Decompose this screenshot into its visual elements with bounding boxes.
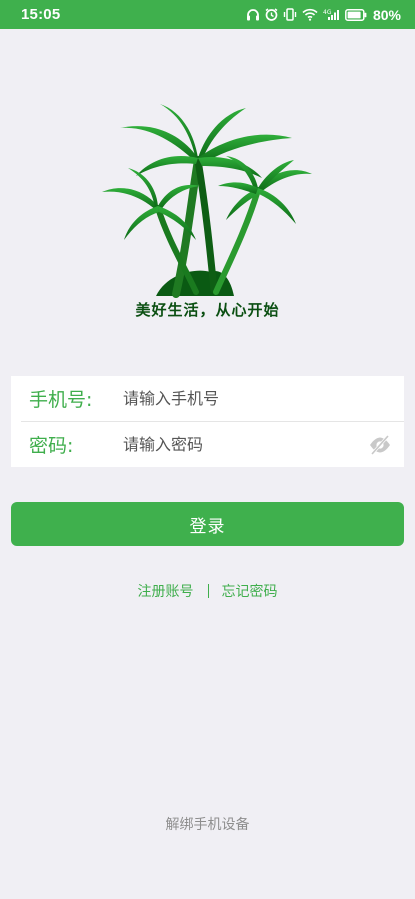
status-time: 15:05 bbox=[21, 6, 61, 23]
battery-percent: 80% bbox=[372, 6, 401, 23]
status-bar: 15:05 4G 80% bbox=[0, 0, 415, 29]
login-form: 手机号: 密码: bbox=[11, 376, 404, 467]
login-button[interactable]: 登录 bbox=[11, 502, 404, 546]
wifi-icon bbox=[302, 8, 318, 21]
alarm-icon bbox=[265, 8, 278, 21]
unbind-device-link[interactable]: 解绑手机设备 bbox=[0, 814, 415, 834]
password-input[interactable] bbox=[123, 429, 363, 460]
palm-tree-logo bbox=[98, 100, 318, 300]
battery-icon bbox=[345, 8, 367, 21]
phone-input[interactable] bbox=[123, 383, 363, 414]
vibrate-icon bbox=[283, 8, 297, 21]
signal-icon: 4G bbox=[323, 9, 339, 20]
phone-row: 手机号: bbox=[11, 376, 404, 421]
eye-off-icon[interactable] bbox=[368, 434, 392, 456]
auth-links: 注册账号 忘记密码 bbox=[0, 581, 415, 601]
register-link[interactable]: 注册账号 bbox=[138, 581, 194, 601]
svg-text:4G: 4G bbox=[323, 9, 332, 16]
password-label: 密码: bbox=[29, 435, 74, 457]
link-divider bbox=[207, 584, 209, 598]
brand-slogan: 美好生活，从心开始 bbox=[135, 301, 280, 319]
password-row: 密码: bbox=[11, 422, 404, 467]
headphones-icon bbox=[246, 9, 259, 21]
phone-label: 手机号: bbox=[29, 389, 93, 411]
forgot-password-link[interactable]: 忘记密码 bbox=[222, 581, 278, 601]
status-icons: 4G 80% bbox=[246, 7, 401, 23]
